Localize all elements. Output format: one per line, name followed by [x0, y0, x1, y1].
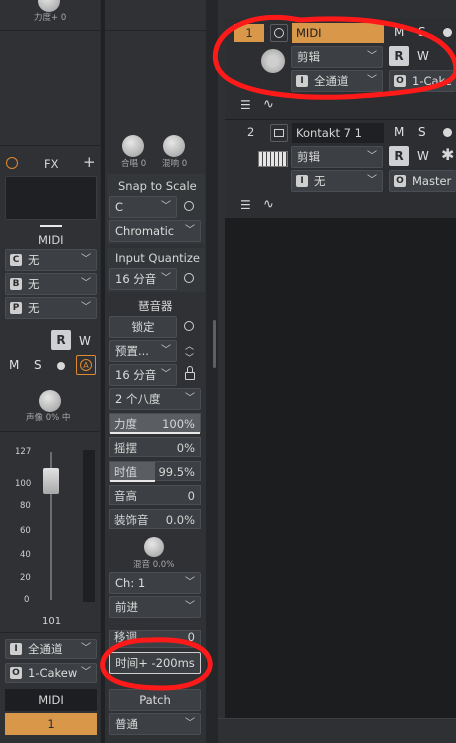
- annotation-circle-time: [100, 637, 213, 691]
- annotation-circle-track: [212, 14, 456, 100]
- annotation-overlay: [100, 14, 456, 691]
